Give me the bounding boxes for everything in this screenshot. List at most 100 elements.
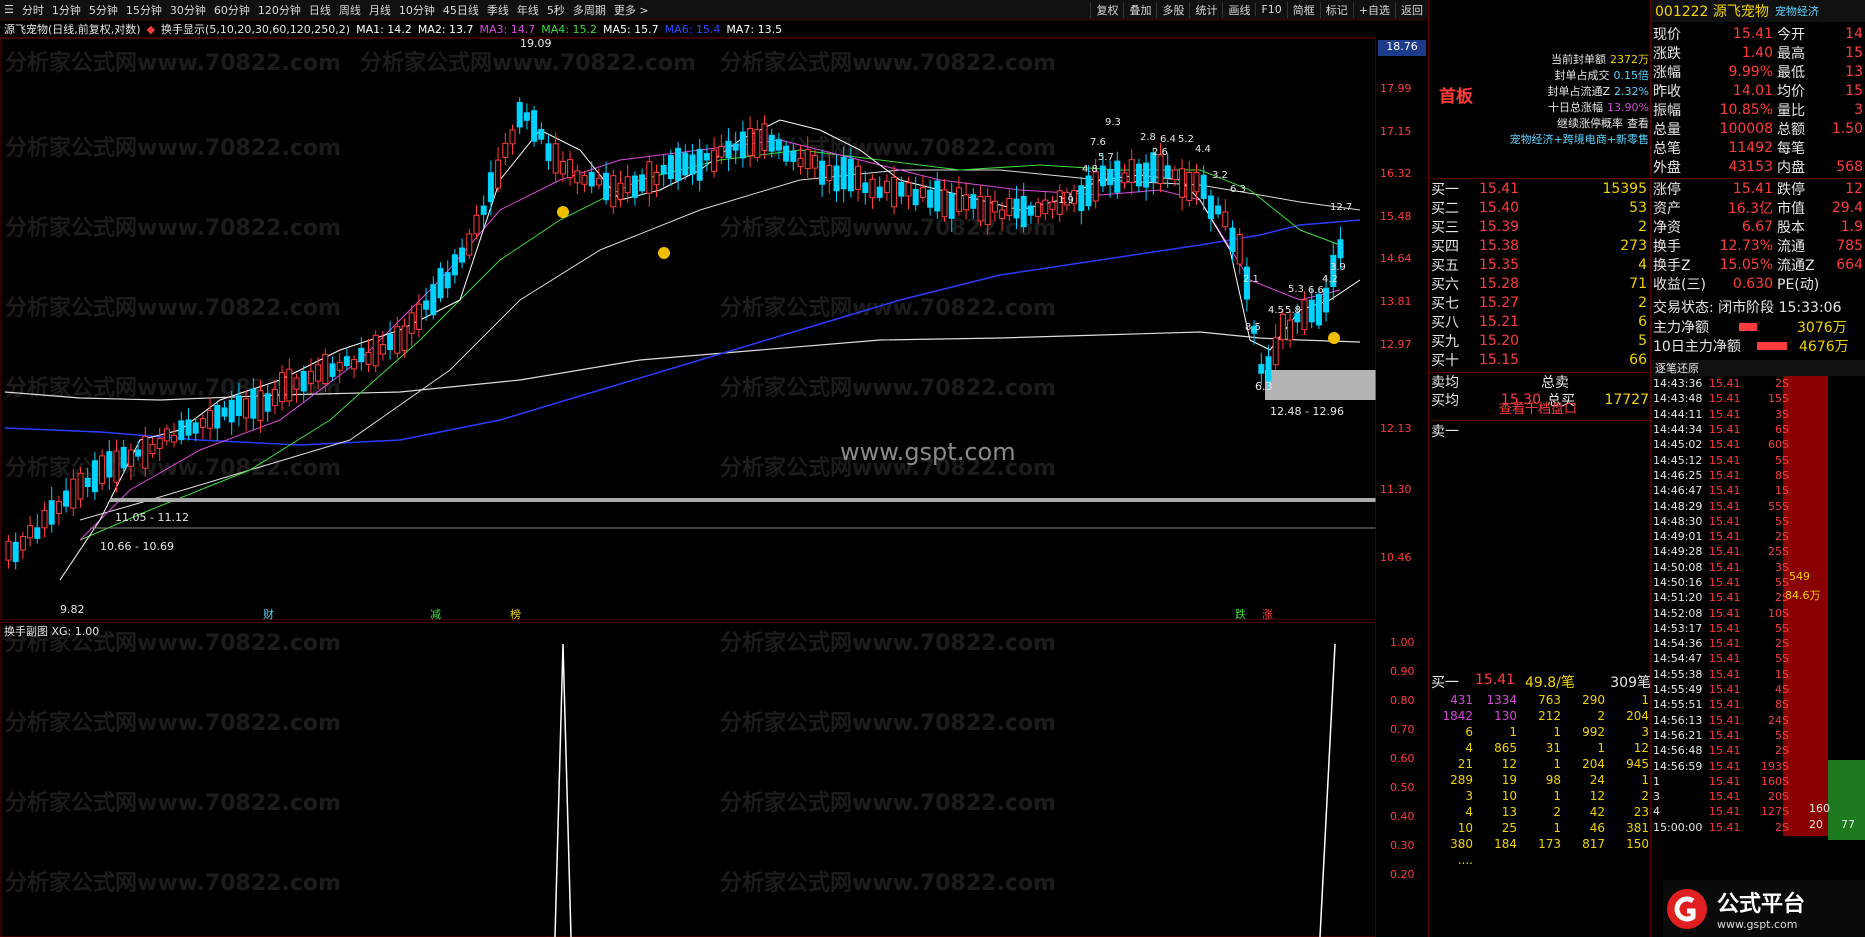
tick-row: 14:56:13 15.41 24S bbox=[1653, 713, 1789, 727]
tick-row: 1 15.41 160S bbox=[1653, 774, 1789, 788]
tick-row: 14:43:36 15.41 2S bbox=[1653, 377, 1789, 391]
tick-row: 14:56:48 15.41 2S bbox=[1653, 744, 1789, 758]
period-60min[interactable]: 60分钟 bbox=[210, 2, 254, 18]
tick-row: 14:55:49 15.41 4S bbox=[1653, 683, 1789, 697]
candle bbox=[235, 395, 242, 417]
period-45day[interactable]: 45日线 bbox=[439, 2, 483, 18]
sub-indicator-chart[interactable]: 分析家公式网www.70822.com 分析家公式网www.70822.com … bbox=[0, 622, 1376, 937]
candle bbox=[1157, 154, 1164, 184]
candle bbox=[1006, 197, 1013, 216]
candlestick-chart[interactable]: 分析家公式网www.70822.com 分析家公式网www.70822.com … bbox=[0, 20, 1376, 620]
candle bbox=[703, 153, 710, 161]
bid-row[interactable]: 买八 15.21 6 bbox=[1429, 312, 1651, 331]
candle bbox=[257, 390, 264, 422]
candle bbox=[739, 131, 746, 159]
bid-row[interactable]: 买五 15.35 4 bbox=[1429, 255, 1651, 274]
period-week[interactable]: 周线 bbox=[335, 2, 365, 18]
bid-row[interactable]: 买二 15.40 53 bbox=[1429, 198, 1651, 217]
candle bbox=[682, 152, 689, 176]
tick-row: 14:49:28 15.41 25S bbox=[1653, 545, 1789, 559]
candle bbox=[1186, 171, 1193, 202]
candle bbox=[1035, 202, 1042, 217]
btn-draw[interactable]: 画线 bbox=[1222, 1, 1255, 18]
candle bbox=[826, 164, 833, 182]
board-label: 首板 bbox=[1439, 87, 1473, 107]
candle bbox=[1128, 159, 1135, 183]
period-1min[interactable]: 1分钟 bbox=[48, 2, 85, 18]
btn-simple-frame[interactable]: 简框 bbox=[1286, 1, 1320, 18]
gap-zone bbox=[1265, 370, 1376, 400]
tick-row: 14:54:47 15.41 5S bbox=[1653, 652, 1789, 666]
btn-add-watch[interactable]: +自选 bbox=[1352, 1, 1395, 18]
candle bbox=[451, 254, 458, 276]
period-5min[interactable]: 5分钟 bbox=[85, 2, 122, 18]
candle bbox=[963, 194, 970, 211]
tick-row: 14:53:17 15.41 5S bbox=[1653, 621, 1789, 635]
bid-row[interactable]: 买一 15.41 15395 bbox=[1429, 179, 1651, 198]
candle bbox=[77, 472, 84, 500]
period-quarter[interactable]: 季线 bbox=[483, 2, 513, 18]
bid-row[interactable]: 买三 15.39 2 bbox=[1429, 217, 1651, 236]
period-fenshi[interactable]: 分时 bbox=[18, 2, 48, 18]
site-logo: 公式平台 www.gspt.com bbox=[1663, 880, 1865, 937]
period-120min[interactable]: 120分钟 bbox=[254, 2, 305, 18]
candle bbox=[581, 175, 588, 185]
candle bbox=[1272, 337, 1279, 366]
svg-text:分析家公式网www.70822.com: 分析家公式网www.70822.com bbox=[720, 215, 1056, 241]
candle bbox=[761, 123, 768, 151]
period-year[interactable]: 年线 bbox=[513, 2, 543, 18]
candle bbox=[228, 399, 235, 423]
candle bbox=[1099, 165, 1106, 187]
bid-row[interactable]: 买九 15.20 5 bbox=[1429, 331, 1651, 350]
btn-overlay[interactable]: 叠加 bbox=[1123, 1, 1156, 18]
event-tag-rise[interactable]: 涨 bbox=[1262, 608, 1273, 620]
sub-chart-title[interactable]: 换手副图 XG: 1.00 bbox=[4, 623, 99, 639]
toolbar-menu-icon[interactable]: ☰ bbox=[0, 3, 18, 16]
period-day[interactable]: 日线 bbox=[305, 2, 335, 18]
main-net-row: 主力净额 3076万 bbox=[1653, 320, 1847, 336]
stat-row: 外盘 43153 内盘 568 bbox=[1653, 158, 1863, 176]
candle bbox=[243, 398, 250, 419]
period-15min[interactable]: 15分钟 bbox=[122, 2, 166, 18]
candle bbox=[322, 353, 329, 385]
concepts[interactable]: 宠物经济+跨境电商+新零售 bbox=[1499, 132, 1649, 148]
period-month[interactable]: 月线 bbox=[365, 2, 395, 18]
period-10min[interactable]: 10分钟 bbox=[395, 2, 439, 18]
candle bbox=[199, 418, 206, 428]
btn-stats[interactable]: 统计 bbox=[1189, 1, 1222, 18]
period-5sec[interactable]: 5秒 bbox=[543, 2, 569, 18]
candle bbox=[437, 268, 444, 299]
bid-row[interactable]: 买四 15.38 273 bbox=[1429, 236, 1651, 255]
ticks-title[interactable]: 逐笔还原 bbox=[1651, 360, 1699, 376]
bid-row[interactable]: 买六 15.28 71 bbox=[1429, 274, 1651, 293]
candle bbox=[653, 171, 660, 186]
candle bbox=[19, 536, 26, 551]
candle bbox=[34, 527, 41, 539]
bid-row[interactable]: 买十 15.15 66 bbox=[1429, 350, 1651, 369]
candle bbox=[487, 172, 494, 203]
btn-fuquan[interactable]: 复权 bbox=[1090, 1, 1123, 18]
period-more[interactable]: 更多 > bbox=[610, 2, 653, 18]
candle bbox=[1179, 168, 1186, 198]
candle bbox=[754, 129, 761, 158]
btn-multi-stock[interactable]: 多股 bbox=[1156, 1, 1189, 18]
btn-f10[interactable]: F10 bbox=[1255, 3, 1286, 16]
view-levels-link[interactable]: 查看千档盘口 bbox=[1499, 398, 1577, 417]
event-tag-finance[interactable]: 财 bbox=[263, 607, 274, 620]
svg-text:分析家公式网www.70822.com: 分析家公式网www.70822.com bbox=[720, 630, 1056, 656]
btn-mark[interactable]: 标记 bbox=[1319, 1, 1353, 18]
period-30min[interactable]: 30分钟 bbox=[166, 2, 210, 18]
event-tag-reduce[interactable]: 减 bbox=[430, 608, 441, 620]
stat-row: 现价 15.41 今开 14 bbox=[1653, 25, 1863, 43]
stock-sector-tag[interactable]: 宠物经济 bbox=[1769, 3, 1819, 19]
candle bbox=[934, 180, 941, 212]
event-tag-list[interactable]: 榜 bbox=[510, 607, 521, 620]
candle bbox=[192, 422, 199, 434]
stat-row: 总笔 11492 每笔 bbox=[1653, 139, 1805, 157]
candle bbox=[135, 449, 142, 457]
event-tag-fall[interactable]: 跌 bbox=[1235, 607, 1246, 620]
period-multi[interactable]: 多周期 bbox=[569, 2, 610, 18]
continue-prob-link[interactable]: 查看 bbox=[1627, 116, 1649, 132]
btn-back[interactable]: 返回 bbox=[1395, 1, 1428, 18]
bid-row[interactable]: 买七 15.27 2 bbox=[1429, 293, 1651, 312]
